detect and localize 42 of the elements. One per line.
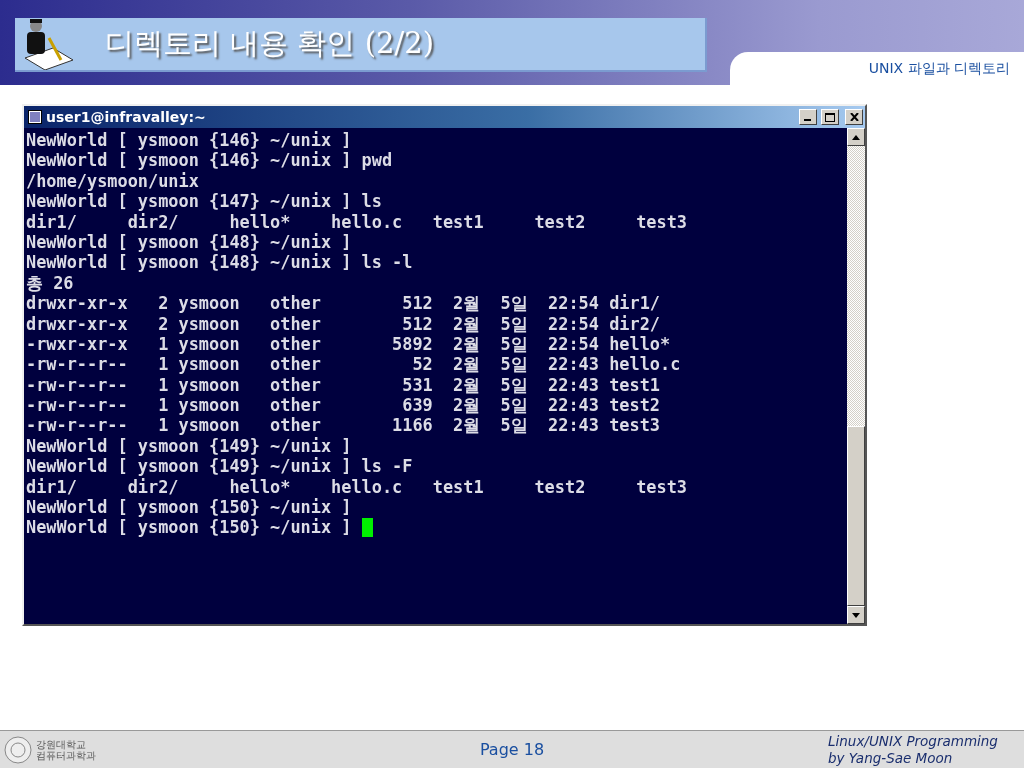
up-arrow-icon	[852, 134, 860, 140]
scroll-down-button[interactable]	[847, 606, 865, 624]
slide-title: 디렉토리 내용 확인 (2/2)	[105, 25, 434, 62]
minimize-button[interactable]	[799, 109, 817, 125]
terminal-line: drwxr-xr-x 2 ysmoon other 512 2월 5일 22:54 dir1/	[26, 293, 660, 314]
terminal-line: -rw-r--r-- 1 ysmoon other 52 2월 5일 22:43 hello.c	[26, 354, 681, 375]
university-name: 강원대학교	[36, 738, 87, 750]
course-credit: by Yang-Sae Moon	[828, 749, 953, 767]
maximize-icon	[825, 112, 835, 122]
terminal-line: -rwxr-xr-x 1 ysmoon other 5892 2월 5일 22:54 hello*	[26, 333, 671, 355]
terminal-line: -rw-r--r-- 1 ysmoon other 639 2월 5일 22:43 test2	[26, 395, 660, 416]
course-credit: Linux/UNIX Programming	[828, 732, 998, 750]
terminal-line: NewWorld [ ysmoon {148} ~/unix ] ls -l	[26, 252, 413, 273]
terminal-line: NewWorld [ ysmoon {150} ~/unix ]	[26, 497, 352, 518]
scrollbar-thumb[interactable]	[847, 426, 865, 606]
university-seal-icon	[4, 735, 32, 764]
window-icon	[28, 110, 42, 124]
university-name: 컴퓨터과학과	[36, 749, 96, 761]
terminal-line: 총 26	[26, 272, 74, 294]
terminal-line: dir1/ dir2/ hello* hello.c test1 test2 test3	[26, 211, 687, 232]
close-button[interactable]	[845, 109, 863, 125]
terminal-line: -rw-r--r-- 1 ysmoon other 531 2월 5일 22:43 test1	[26, 374, 660, 396]
terminal-line: NewWorld [ ysmoon {146} ~/unix ] pwd	[26, 150, 393, 171]
text-cursor	[361, 518, 373, 538]
terminal-line: drwxr-xr-x 2 ysmoon other 512 2월 5일 22:54 dir2/	[26, 313, 660, 334]
window-title: user1@infravalley:~	[46, 109, 207, 125]
scrollbar[interactable]	[847, 128, 865, 624]
terminal-line: dir1/ dir2/ hello* hello.c test1 test2 test3	[26, 476, 687, 498]
terminal-line: NewWorld [ ysmoon {147} ~/unix ] ls	[26, 191, 382, 212]
terminal-line: NewWorld [ ysmoon {148} ~/unix ]	[26, 231, 352, 253]
close-icon	[849, 113, 859, 121]
terminal-line: NewWorld [ ysmoon {149} ~/unix ] ls -F	[26, 456, 413, 477]
down-arrow-icon	[852, 612, 860, 618]
terminal-line: NewWorld [ ysmoon {146} ~/unix ]	[26, 130, 352, 151]
terminal-line: NewWorld [ ysmoon {149} ~/unix ]	[26, 435, 352, 457]
page-number: Page 18	[479, 740, 545, 759]
section-label: UNIX 파일과 디렉토리	[868, 59, 1010, 78]
scroll-up-button[interactable]	[847, 128, 865, 146]
terminal-line: /home/ysmoon/unix	[26, 170, 199, 192]
maximize-button[interactable]	[821, 109, 839, 125]
terminal-line: -rw-r--r-- 1 ysmoon other 1166 2월 5일 22:43 test3	[26, 415, 660, 436]
terminal-line: NewWorld [ ysmoon {150} ~/unix ]	[26, 517, 353, 538]
